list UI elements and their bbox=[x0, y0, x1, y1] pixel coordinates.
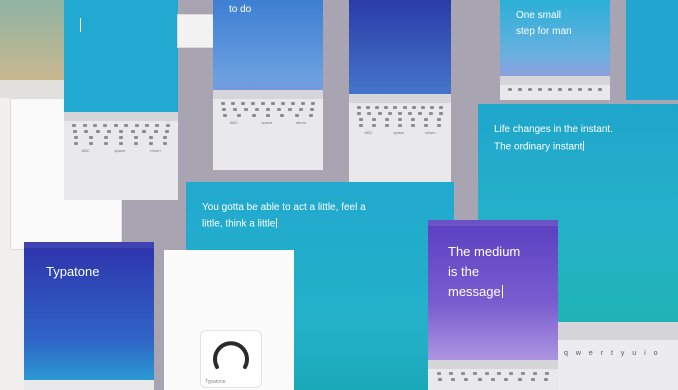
partial-text: to do bbox=[229, 4, 252, 15]
teal-phone-caret bbox=[80, 18, 81, 32]
abc-key[interactable]: ABC bbox=[81, 148, 89, 153]
phone-typatone-logo: Typatone bbox=[24, 242, 154, 390]
text-caret bbox=[276, 218, 278, 228]
dial-label: Typatone bbox=[205, 379, 226, 385]
quote-text: The ordinary instant bbox=[494, 141, 583, 153]
keyboard-toolbar bbox=[349, 94, 451, 103]
keyboard-toolbar bbox=[428, 360, 558, 369]
quote-line-2: The ordinary instant bbox=[494, 141, 585, 153]
status-bar bbox=[24, 242, 154, 248]
quote-text: message bbox=[448, 284, 501, 299]
keyboard-toolbar bbox=[213, 90, 323, 99]
key-row bbox=[433, 372, 553, 375]
text-caret bbox=[583, 141, 585, 151]
key-row bbox=[354, 112, 446, 115]
quote-line-1: One small bbox=[516, 10, 562, 21]
left-edge-toolbar bbox=[0, 80, 70, 98]
quote-line-2: little, think a little bbox=[202, 218, 278, 230]
keyboard[interactable] bbox=[500, 76, 610, 100]
keyboard-bottom-row: ABC space return bbox=[218, 120, 318, 125]
keyboard-bottom-row: ABC space return bbox=[354, 130, 446, 135]
keyboard-toolbar bbox=[500, 76, 610, 85]
key-row bbox=[69, 124, 173, 127]
tablet-keyboard-bottom-right: q w e r t y u i o bbox=[556, 322, 678, 390]
space-key[interactable]: space bbox=[115, 148, 126, 153]
app-logo: Typatone bbox=[46, 264, 100, 279]
keyboard[interactable]: ABC space return bbox=[64, 112, 178, 200]
white-tile-top bbox=[177, 14, 215, 48]
phone-top-right: One small step for man bbox=[500, 0, 610, 100]
phone-gradient-center: to do ABC space return bbox=[213, 0, 323, 170]
quote-line-1: Life changes in the instant. bbox=[494, 124, 613, 135]
return-key[interactable]: return bbox=[425, 130, 435, 135]
dial-button[interactable]: Typatone bbox=[200, 330, 262, 388]
space-key[interactable]: space bbox=[394, 130, 405, 135]
key-row bbox=[69, 142, 173, 145]
quote-line-2: is the bbox=[448, 264, 480, 279]
keyboard-peek[interactable] bbox=[24, 380, 154, 390]
dial-card: Typatone bbox=[164, 250, 294, 390]
phone-teal-keyboard: ABC space return bbox=[64, 0, 178, 200]
phone-medium-message: The medium is the message bbox=[428, 220, 558, 390]
quote-text: little, think a little bbox=[202, 218, 276, 230]
key-row bbox=[354, 118, 446, 121]
status-bar bbox=[428, 220, 558, 226]
quote-line-3: message bbox=[448, 284, 503, 299]
key-row bbox=[354, 124, 446, 127]
key-row bbox=[218, 108, 318, 111]
key-row bbox=[505, 88, 605, 91]
left-edge-gradient bbox=[0, 0, 70, 80]
key-row bbox=[69, 130, 173, 133]
quote-line-1: You gotta be able to act a little, feel … bbox=[202, 202, 366, 213]
key-row bbox=[218, 102, 318, 105]
space-key[interactable]: space bbox=[262, 120, 273, 125]
keyboard-bottom-row: ABC space return bbox=[69, 148, 173, 153]
quote-line-1: The medium bbox=[448, 244, 521, 259]
keyboard-toolbar bbox=[64, 112, 178, 121]
phone-indigo: ABC space return bbox=[349, 0, 451, 186]
keyboard-toolbar bbox=[556, 322, 678, 340]
keyboard[interactable]: ABC space return bbox=[213, 90, 323, 170]
abc-key[interactable]: ABC bbox=[230, 120, 238, 125]
letter-row[interactable]: q w e r t y u i o bbox=[556, 340, 678, 367]
key-row bbox=[354, 106, 446, 109]
key-row bbox=[218, 114, 318, 117]
phone-right-edge bbox=[626, 0, 678, 100]
text-caret bbox=[501, 284, 503, 298]
key-row bbox=[69, 136, 173, 139]
keyboard[interactable]: ABC space return bbox=[349, 94, 451, 186]
return-key[interactable]: return bbox=[296, 120, 306, 125]
abc-key[interactable]: ABC bbox=[364, 130, 372, 135]
key-row bbox=[433, 378, 553, 381]
return-key[interactable]: return bbox=[150, 148, 160, 153]
quote-line-2: step for man bbox=[516, 26, 572, 37]
keyboard[interactable] bbox=[428, 360, 558, 390]
